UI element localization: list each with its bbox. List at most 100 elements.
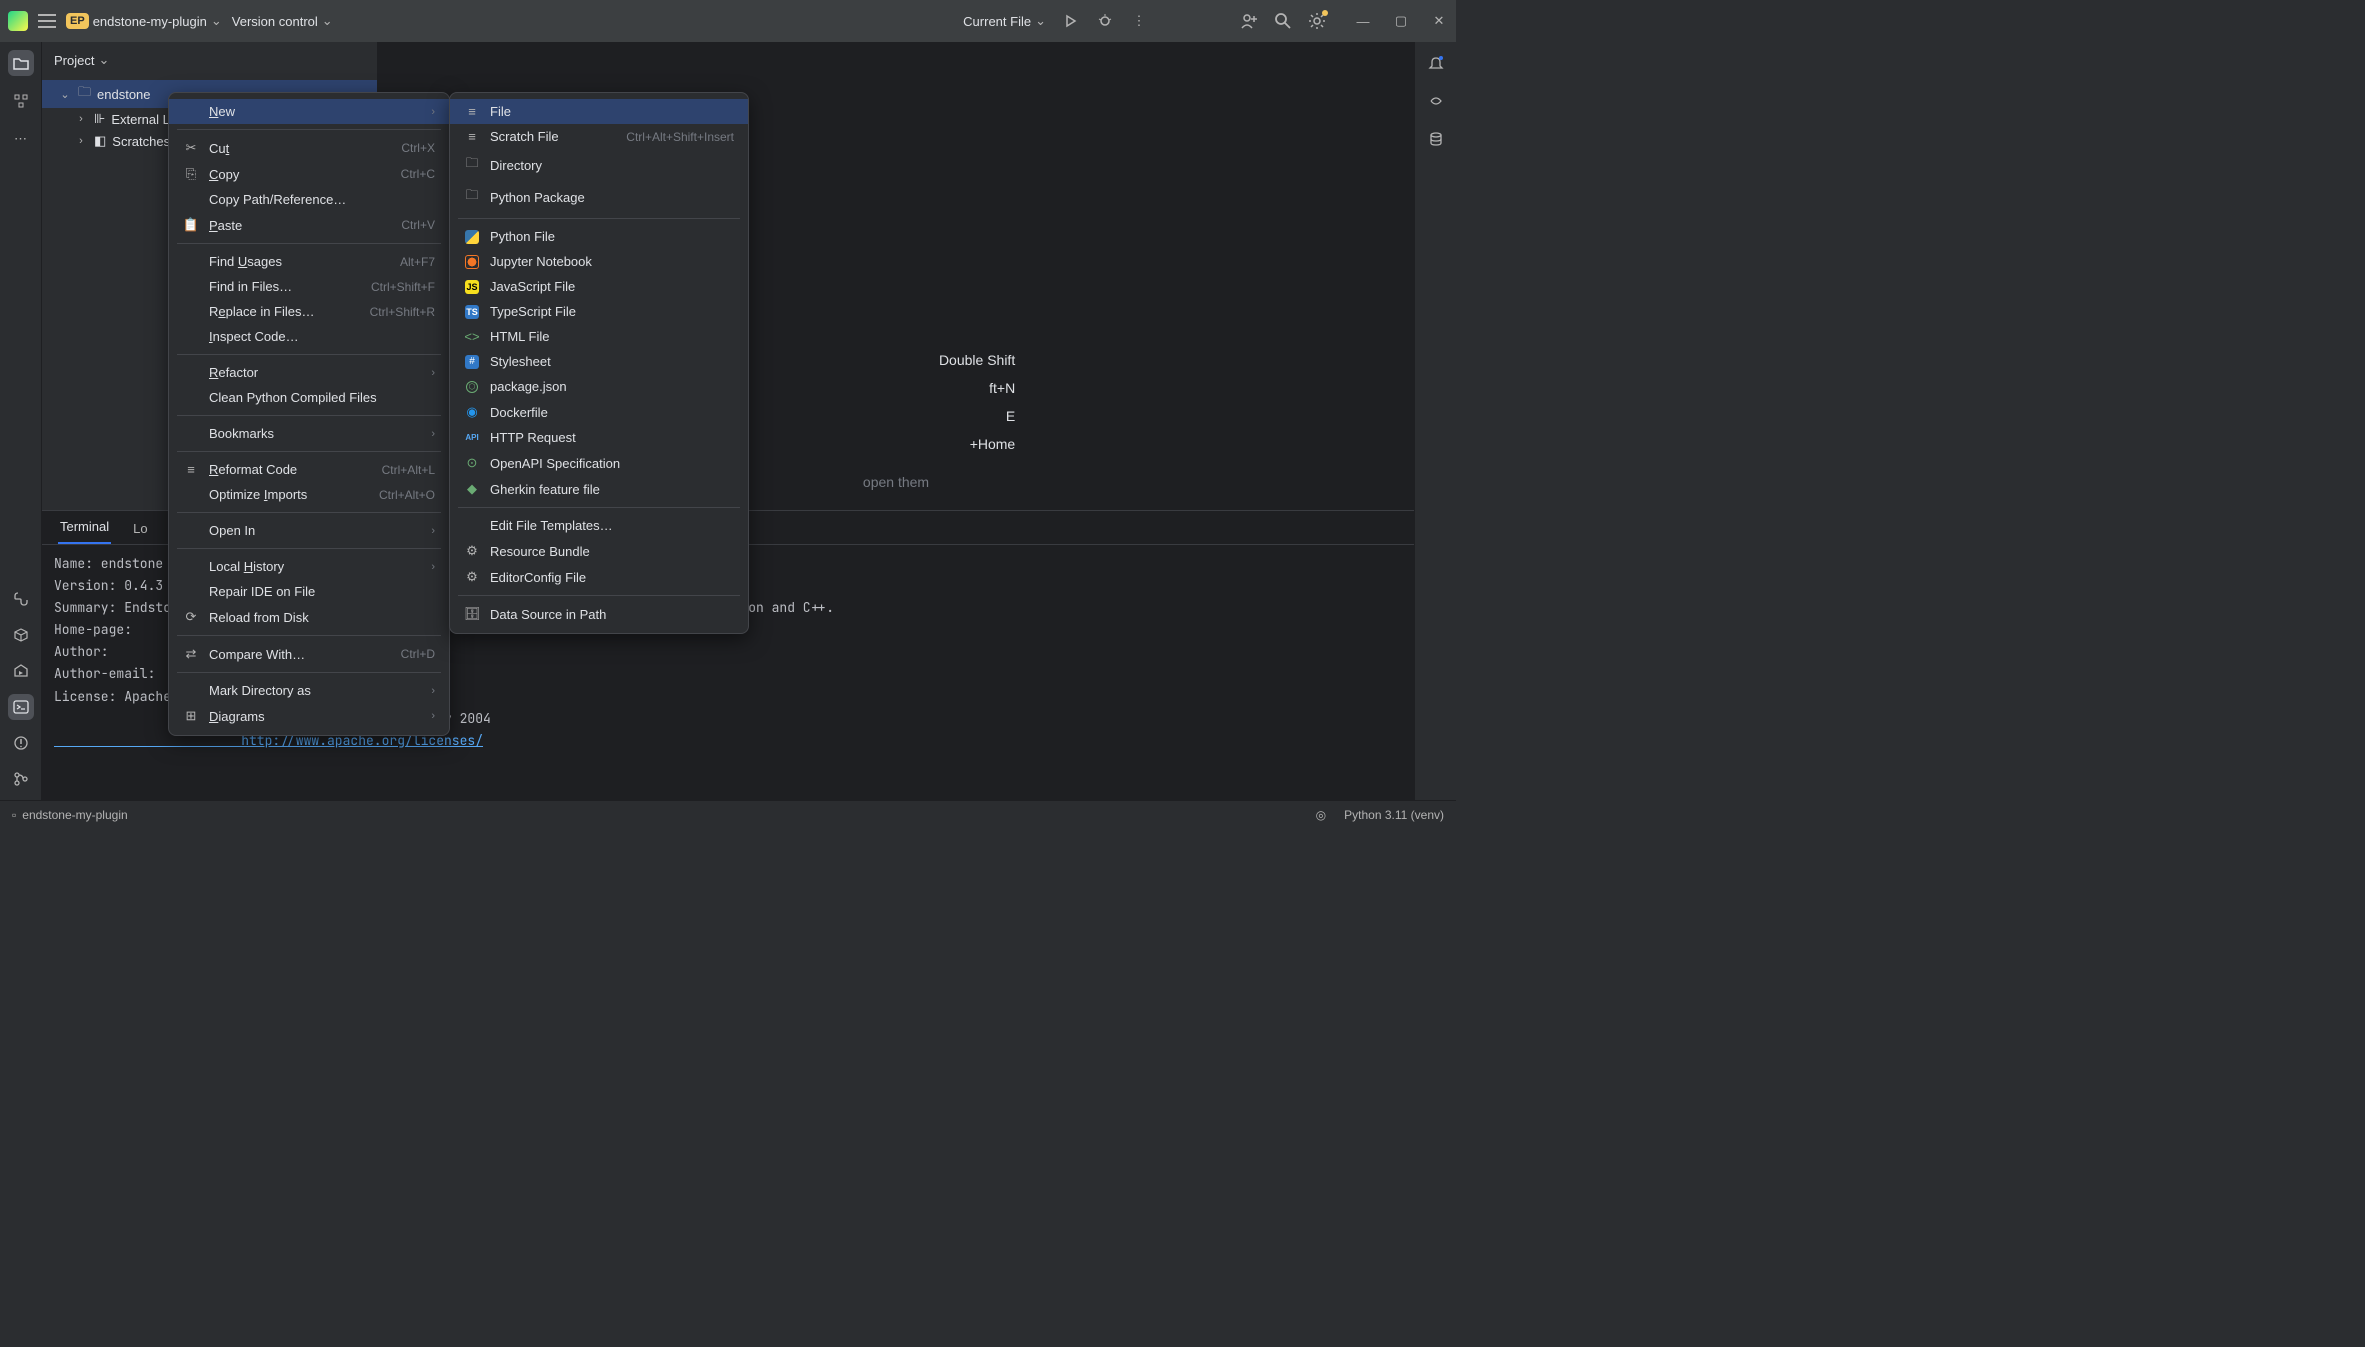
status-python-interpreter[interactable]: Python 3.11 (venv): [1344, 808, 1444, 822]
menu-item-refactor[interactable]: Refactor›: [169, 360, 449, 385]
run-button[interactable]: [1062, 12, 1080, 30]
menu-item-reformat-code[interactable]: ≡Reformat CodeCtrl+Alt+L: [169, 457, 449, 482]
search-icon[interactable]: [1274, 12, 1292, 30]
problems-icon[interactable]: [8, 730, 34, 756]
menu-item-bookmarks[interactable]: Bookmarks›: [169, 421, 449, 446]
menu-item-html-file[interactable]: <>HTML File: [450, 324, 748, 349]
menu-item-openapi-specification[interactable]: ⊙OpenAPI Specification: [450, 450, 748, 476]
close-icon[interactable]: ✕: [1430, 12, 1448, 30]
menu-item-scratch-file[interactable]: ≡Scratch FileCtrl+Alt+Shift+Insert: [450, 124, 748, 149]
menu-item-http-request[interactable]: APIHTTP Request: [450, 425, 748, 450]
menu-item-label: package.json: [490, 379, 734, 394]
statusbar: ▫ endstone-my-plugin ◎ Python 3.11 (venv…: [0, 800, 1456, 828]
menu-item-label: TypeScript File: [490, 304, 734, 319]
menu-item-editorconfig-file[interactable]: ⚙EditorConfig File: [450, 564, 748, 590]
minimize-icon[interactable]: —: [1354, 12, 1372, 30]
project-name-text: endstone-my-plugin: [93, 14, 207, 29]
menu-item-copy[interactable]: ⎘CopyCtrl+C: [169, 161, 449, 187]
menu-item-find-usages[interactable]: Find UsagesAlt+F7: [169, 249, 449, 274]
menu-item-label: New: [209, 104, 421, 119]
python-packages-icon[interactable]: [8, 622, 34, 648]
menu-item-edit-file-templates[interactable]: Edit File Templates…: [450, 513, 748, 538]
menu-shortcut: Ctrl+V: [401, 218, 435, 232]
menu-item-mark-directory-as[interactable]: Mark Directory as›: [169, 678, 449, 703]
ai-assistant-icon[interactable]: [1423, 88, 1449, 114]
⊞-icon: ⊞: [183, 708, 199, 724]
services-icon[interactable]: [8, 658, 34, 684]
hint-shortcut: E: [1006, 408, 1015, 424]
vcs-tool-icon[interactable]: [8, 766, 34, 792]
python-console-icon[interactable]: [8, 586, 34, 612]
menu-item-label: Reload from Disk: [209, 610, 435, 625]
tree-item-label: Scratches: [112, 134, 170, 149]
settings-icon[interactable]: [1308, 12, 1326, 30]
chevron-down-icon: [211, 13, 222, 29]
⎘-icon: ⎘: [183, 166, 199, 182]
🐳-icon: ◉: [464, 404, 480, 420]
more-menu-icon[interactable]: ⋮: [1130, 12, 1148, 30]
menu-item-optimize-imports[interactable]: Optimize ImportsCtrl+Alt+O: [169, 482, 449, 507]
project-selector[interactable]: EP endstone-my-plugin: [66, 13, 222, 29]
menu-item-inspect-code[interactable]: Inspect Code…: [169, 324, 449, 349]
library-icon: ⊪: [94, 111, 105, 127]
left-toolwindow-bar: ⋯: [0, 42, 42, 800]
menu-item-compare-with[interactable]: ⇄Compare With…Ctrl+D: [169, 641, 449, 667]
menu-item-reload-from-disk[interactable]: ⟳ Reload from Disk: [169, 604, 449, 630]
menu-item-data-source-in-path[interactable]: 🗄Data Source in Path: [450, 601, 748, 627]
menu-item-replace-in-files[interactable]: Replace in Files…Ctrl+Shift+R: [169, 299, 449, 324]
tree-item-label: endstone: [97, 87, 151, 102]
menu-item-file[interactable]: ≡File: [450, 99, 748, 124]
chevron-right-icon: ›: [74, 113, 88, 125]
menu-item-javascript-file[interactable]: JSJavaScript File: [450, 274, 748, 299]
project-panel-header[interactable]: Project: [42, 42, 377, 78]
maximize-icon[interactable]: ▢: [1392, 12, 1410, 30]
new-submenu: ≡File≡Scratch FileCtrl+Alt+Shift+Insert🗀…: [449, 92, 749, 634]
database-icon[interactable]: [1423, 126, 1449, 152]
terminal-tab-local[interactable]: Lo: [131, 513, 149, 544]
more-tools-icon[interactable]: ⋯: [8, 126, 34, 152]
menu-item-jupyter-notebook[interactable]: Jupyter Notebook: [450, 249, 748, 274]
menu-item-python-file[interactable]: Python File: [450, 224, 748, 249]
menu-item-repair-ide-on-file[interactable]: Repair IDE on File: [169, 579, 449, 604]
chevron-right-icon: ›: [431, 428, 435, 440]
status-project-name[interactable]: endstone-my-plugin: [22, 808, 127, 822]
menu-item-local-history[interactable]: Local History›: [169, 554, 449, 579]
menu-item-directory[interactable]: 🗀Directory: [450, 149, 748, 181]
menu-item-paste[interactable]: 📋PasteCtrl+V: [169, 212, 449, 238]
menu-item-open-in[interactable]: Open In›: [169, 518, 449, 543]
tree-item-label: External L: [111, 112, 170, 127]
menu-item-copy-path-reference[interactable]: Copy Path/Reference…: [169, 187, 449, 212]
menu-item-resource-bundle[interactable]: ⚙Resource Bundle: [450, 538, 748, 564]
menu-item-python-package[interactable]: 🗀Python Package: [450, 181, 748, 213]
debug-button[interactable]: [1096, 12, 1114, 30]
notifications-icon[interactable]: [1423, 50, 1449, 76]
status-indexing-icon[interactable]: ◎: [1316, 808, 1326, 822]
code-with-me-icon[interactable]: [1240, 12, 1258, 30]
menu-item-cut[interactable]: ✂CutCtrl+X: [169, 135, 449, 161]
terminal-tab[interactable]: Terminal: [58, 511, 111, 544]
⟳-icon: ⟳: [183, 609, 199, 625]
status-module-icon: ▫: [12, 808, 16, 822]
menu-shortcut: Alt+F7: [400, 255, 435, 269]
menu-item-gherkin-feature-file[interactable]: ◆Gherkin feature file: [450, 476, 748, 502]
menu-item-diagrams[interactable]: ⊞Diagrams›: [169, 703, 449, 729]
vcs-selector[interactable]: Version control: [232, 13, 333, 29]
run-config-selector[interactable]: Current File: [963, 13, 1046, 29]
menu-item-find-in-files[interactable]: Find in Files…Ctrl+Shift+F: [169, 274, 449, 299]
hamburger-menu-icon[interactable]: [38, 14, 56, 28]
project-tool-icon[interactable]: [8, 50, 34, 76]
menu-item-dockerfile[interactable]: ◉Dockerfile: [450, 399, 748, 425]
menu-item-typescript-file[interactable]: TS TypeScript File: [450, 299, 748, 324]
menu-item-clean-python-compiled-files[interactable]: Clean Python Compiled Files: [169, 385, 449, 410]
menu-item-stylesheet[interactable]: #Stylesheet: [450, 349, 748, 374]
structure-tool-icon[interactable]: [8, 88, 34, 114]
terminal-tool-icon[interactable]: [8, 694, 34, 720]
chevron-right-icon: ›: [431, 685, 435, 697]
ts-icon: TS: [464, 305, 480, 319]
menu-item-package-json[interactable]: ⬡package.json: [450, 374, 748, 399]
hint-shortcut: Double Shift: [939, 352, 1015, 368]
menu-separator: [177, 243, 441, 244]
vcs-label: Version control: [232, 14, 318, 29]
menu-separator: [177, 451, 441, 452]
menu-item-new[interactable]: New›: [169, 99, 449, 124]
